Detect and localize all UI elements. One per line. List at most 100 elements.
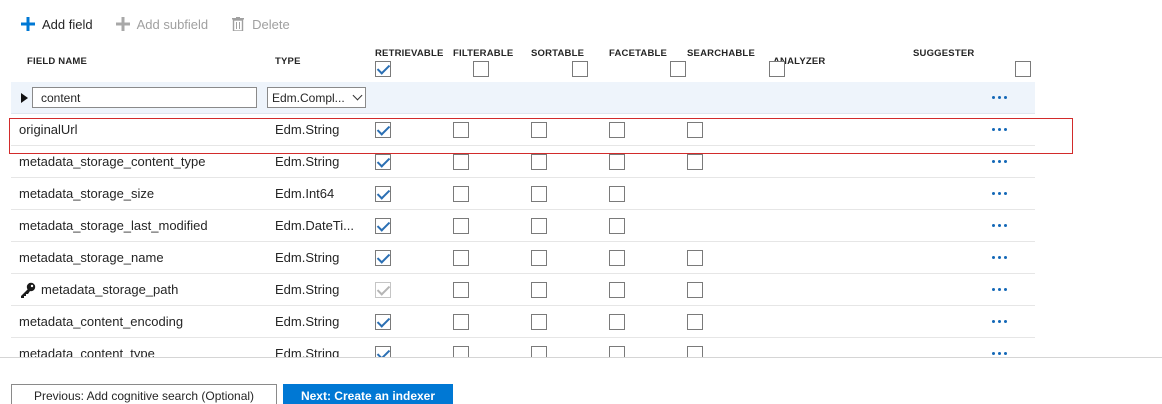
more-icon <box>991 256 1007 259</box>
field-name: metadata_storage_name <box>19 250 164 265</box>
add-field-label: Add field <box>42 16 93 32</box>
filterable-checkbox[interactable] <box>453 249 469 266</box>
col-facetable: FACETABLE <box>609 48 668 59</box>
field-type: Edm.String <box>275 154 340 169</box>
facetable-checkbox[interactable] <box>609 281 625 298</box>
field-type: Edm.Int64 <box>275 186 335 201</box>
type-select-value: Edm.Compl... <box>272 90 345 105</box>
chevron-down-icon <box>352 90 363 101</box>
facetable-checkbox[interactable] <box>609 313 625 330</box>
type-select[interactable]: Edm.Compl... <box>267 87 366 108</box>
field-row[interactable]: metadata_storage_last_modified Edm.DateTi… <box>11 210 1035 242</box>
retrievable-checkbox[interactable] <box>375 249 391 266</box>
more-icon <box>991 320 1007 323</box>
col-retrievable: RETRIEVABLE <box>375 48 444 59</box>
more-icon <box>991 160 1007 163</box>
col-field-name: FIELD NAME <box>27 56 88 67</box>
delete-label: Delete <box>252 16 290 32</box>
complex-field-row: content Edm.Compl... <box>11 82 1035 114</box>
facetable-checkbox[interactable] <box>609 217 625 234</box>
more-icon <box>991 192 1007 195</box>
sortable-checkbox[interactable] <box>531 281 547 298</box>
more-options-button[interactable] <box>987 306 1011 337</box>
add-field-button[interactable]: Add field <box>20 16 93 32</box>
facetable-checkbox[interactable] <box>609 185 625 202</box>
next-button[interactable]: Next: Create an indexer <box>283 384 453 404</box>
more-options-button[interactable] <box>987 146 1011 177</box>
searchable-checkbox[interactable] <box>687 281 703 298</box>
col-type: TYPE <box>275 56 301 67</box>
retrievable-checkbox[interactable] <box>375 121 391 138</box>
searchable-all-checkbox[interactable] <box>768 61 785 77</box>
field-name: metadata_storage_path <box>41 282 179 297</box>
facetable-checkbox[interactable] <box>609 249 625 266</box>
retrievable-checkbox[interactable] <box>375 153 391 170</box>
filterable-checkbox[interactable] <box>453 153 469 170</box>
facetable-checkbox[interactable] <box>609 121 625 138</box>
field-row[interactable]: metadata_content_type Edm.String <box>11 338 1035 358</box>
field-row[interactable]: originalUrl Edm.String <box>11 114 1035 146</box>
retrievable-checkbox[interactable] <box>375 281 391 298</box>
field-row[interactable]: metadata_storage_content_type Edm.String <box>11 146 1035 178</box>
toolbar: Add field Add subfield Delete <box>20 14 312 34</box>
retrievable-checkbox[interactable] <box>375 217 391 234</box>
retrievable-checkbox[interactable] <box>375 185 391 202</box>
filterable-checkbox[interactable] <box>453 313 469 330</box>
fields-grid: FIELD NAME TYPE RETRIEVABLE FILTERABLE S… <box>11 40 1035 358</box>
field-row[interactable]: metadata_storage_size Edm.Int64 <box>11 178 1035 210</box>
field-type: Edm.String <box>275 346 340 358</box>
sortable-checkbox[interactable] <box>531 121 547 138</box>
more-options-button[interactable] <box>987 242 1011 273</box>
sortable-checkbox[interactable] <box>531 153 547 170</box>
sortable-checkbox[interactable] <box>531 185 547 202</box>
delete-button[interactable]: Delete <box>230 16 290 32</box>
add-subfield-button[interactable]: Add subfield <box>115 16 209 32</box>
filterable-checkbox[interactable] <box>453 217 469 234</box>
field-type: Edm.String <box>275 282 340 297</box>
searchable-checkbox[interactable] <box>687 121 703 138</box>
more-icon <box>991 128 1007 131</box>
field-row[interactable]: metadata_content_encoding Edm.String <box>11 306 1035 338</box>
more-icon <box>991 96 1007 99</box>
suggester-all-checkbox[interactable] <box>1015 61 1032 77</box>
retrievable-all-checkbox[interactable] <box>375 61 391 77</box>
plus-icon <box>20 16 36 32</box>
more-icon <box>991 288 1007 291</box>
field-row[interactable]: metadata_storage_name Edm.String <box>11 242 1035 274</box>
sortable-checkbox[interactable] <box>531 217 547 234</box>
field-type: Edm.DateTi... <box>275 218 354 233</box>
more-options-button[interactable] <box>987 114 1011 145</box>
field-row[interactable]: metadata_storage_path Edm.String <box>11 274 1035 306</box>
field-type: Edm.String <box>275 122 340 137</box>
col-searchable: SEARCHABLE <box>687 48 755 59</box>
facetable-checkbox[interactable] <box>609 153 625 170</box>
filterable-checkbox[interactable] <box>453 121 469 138</box>
filterable-all-checkbox[interactable] <box>473 61 490 77</box>
sortable-checkbox[interactable] <box>531 313 547 330</box>
retrievable-checkbox[interactable] <box>375 313 391 330</box>
plus-icon <box>115 16 131 32</box>
filterable-checkbox[interactable] <box>453 185 469 202</box>
more-options-button[interactable] <box>987 274 1011 305</box>
sortable-all-checkbox[interactable] <box>571 61 588 77</box>
field-name: originalUrl <box>19 122 78 137</box>
sortable-checkbox[interactable] <box>531 249 547 266</box>
more-options-button[interactable] <box>987 210 1011 241</box>
more-options-button[interactable] <box>987 178 1011 209</box>
col-sortable: SORTABLE <box>531 48 585 59</box>
more-icon <box>991 224 1007 227</box>
searchable-checkbox[interactable] <box>687 249 703 266</box>
add-subfield-label: Add subfield <box>136 16 209 32</box>
field-name: metadata_storage_last_modified <box>19 218 208 233</box>
more-options-button[interactable] <box>987 82 1011 113</box>
field-name-input[interactable]: content <box>32 87 257 108</box>
searchable-checkbox[interactable] <box>687 313 703 330</box>
previous-button[interactable]: Previous: Add cognitive search (Optional… <box>11 384 277 404</box>
col-filterable: FILTERABLE <box>453 48 514 59</box>
facetable-all-checkbox[interactable] <box>670 61 687 77</box>
field-type: Edm.String <box>275 250 340 265</box>
grid-header: FIELD NAME TYPE RETRIEVABLE FILTERABLE S… <box>11 40 1035 82</box>
searchable-checkbox[interactable] <box>687 153 703 170</box>
filterable-checkbox[interactable] <box>453 281 469 298</box>
more-options-button[interactable] <box>987 338 1011 358</box>
